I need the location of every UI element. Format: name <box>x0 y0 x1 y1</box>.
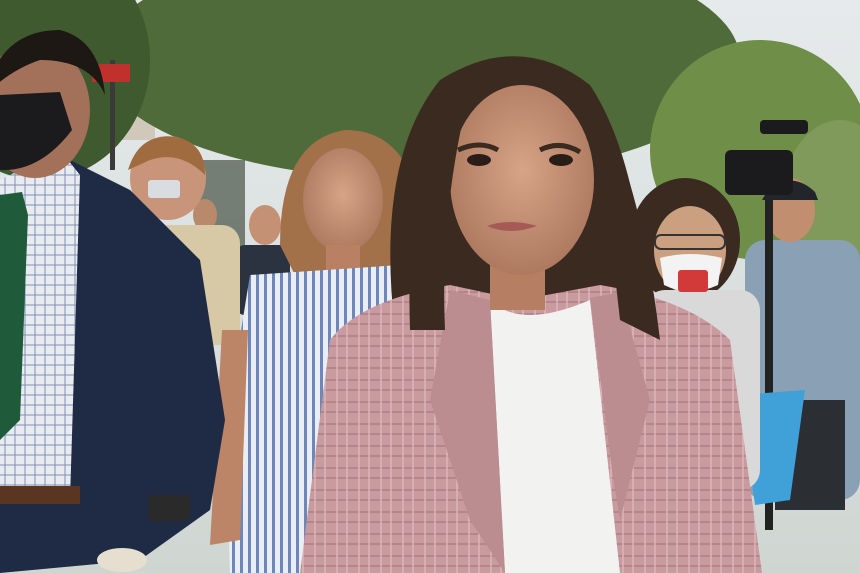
phone <box>148 180 180 198</box>
photo-illustration <box>0 0 860 573</box>
subject-face <box>450 85 594 275</box>
blonde-woman-neck <box>326 245 360 270</box>
bg-man2-head <box>249 205 281 245</box>
photo-scene <box>0 0 860 573</box>
coffee-cup <box>97 548 147 572</box>
camera-handle <box>760 120 808 134</box>
red-phone <box>678 270 708 292</box>
subject-eye-right <box>549 154 573 166</box>
subject-eye-left <box>467 154 491 166</box>
wristwatch <box>148 495 190 521</box>
blonde-woman-face <box>303 148 383 252</box>
video-camera <box>725 150 793 195</box>
belt <box>0 486 80 504</box>
